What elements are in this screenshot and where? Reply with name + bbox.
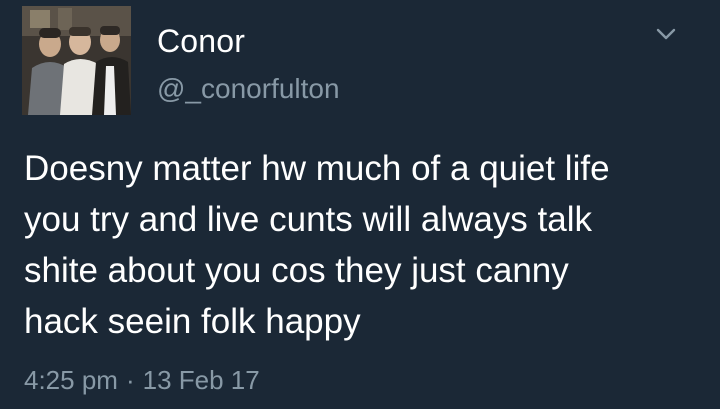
- chevron-down-icon[interactable]: [652, 22, 680, 46]
- tweet-date: 13 Feb 17: [142, 365, 260, 395]
- avatar-photo: [22, 6, 131, 115]
- username-handle[interactable]: @_conorfulton: [157, 72, 340, 106]
- tweet-text: Doesny matter hw much of a quiet life yo…: [24, 149, 610, 341]
- tweet-card: Conor @_conorfulton Doesny matter hw muc…: [0, 0, 720, 409]
- display-name[interactable]: Conor: [157, 22, 245, 60]
- timestamp-separator: ·: [125, 365, 135, 395]
- chevron-down-icon-glyph: [656, 28, 676, 40]
- avatar[interactable]: [22, 6, 131, 115]
- tweet-time: 4:25 pm: [24, 365, 118, 395]
- tweet-timestamp[interactable]: 4:25 pm · 13 Feb 17: [24, 364, 260, 396]
